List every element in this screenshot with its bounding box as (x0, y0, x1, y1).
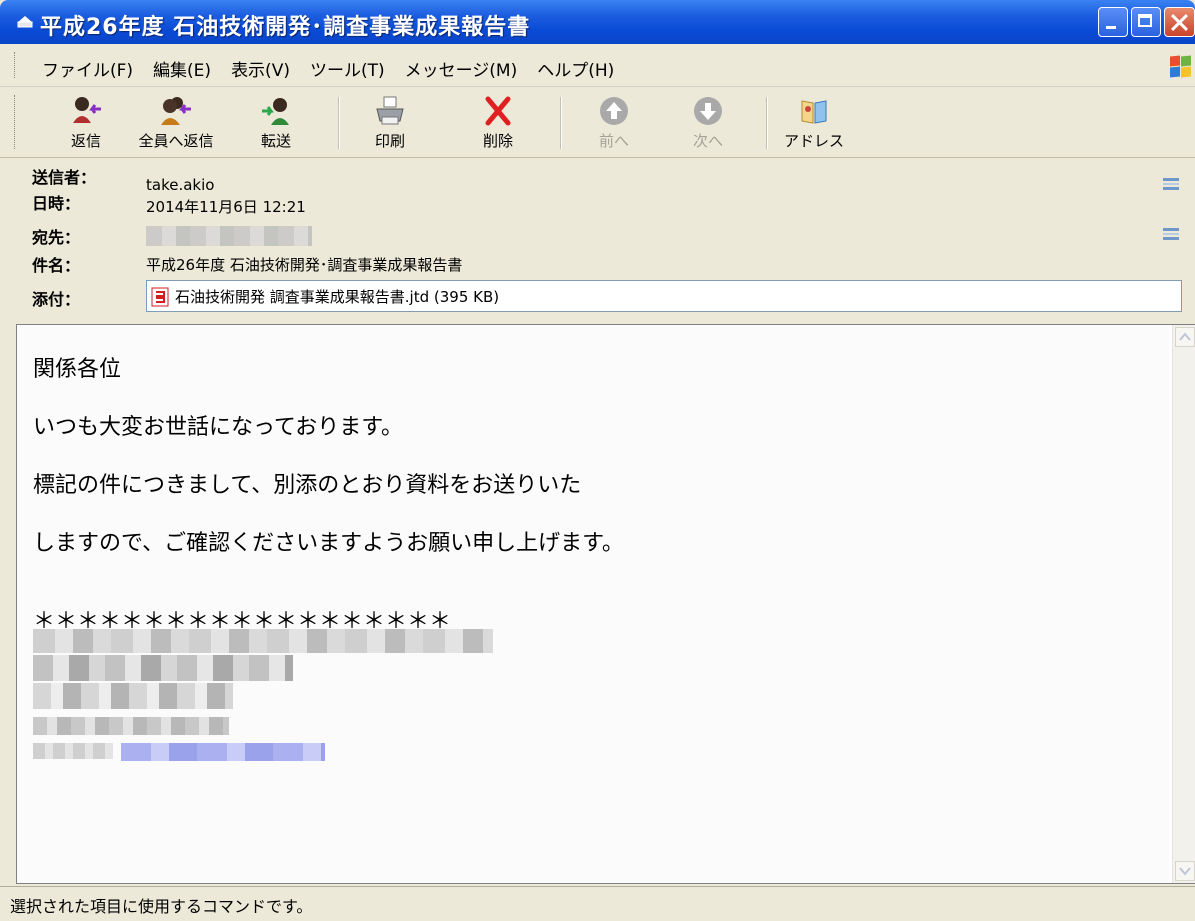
minimize-button[interactable] (1098, 7, 1128, 37)
collapse-icon[interactable] (1160, 224, 1182, 244)
signature-redacted-line (33, 629, 493, 653)
to-value-redacted[interactable] (146, 226, 312, 246)
to-label: 宛先： (32, 228, 81, 247)
reply-all-icon (161, 97, 191, 125)
toolbar-separator (338, 97, 340, 149)
next-label: 次へ (692, 132, 723, 150)
reply-all-button[interactable]: 全員へ返信 (136, 93, 216, 153)
subject-value: 平成26年度 石油技術開発･調査事業成果報告書 (146, 256, 463, 274)
reply-icon (73, 97, 101, 123)
date-value: 2014年11月6日 12:21 (146, 198, 306, 216)
attach-label: 添付： (32, 290, 81, 309)
subject-label: 件名： (32, 256, 81, 275)
body-line: 関係各位 (33, 357, 122, 382)
menu-tools[interactable]: ツール(T) (300, 54, 395, 83)
window-mail-icon (17, 16, 33, 28)
message-text-area[interactable]: 関係各位 いつも大変お世話になっております。 標記の件につきまして、別添のとおり… (17, 325, 1169, 883)
signature-redacted-line (33, 655, 293, 681)
from-value[interactable]: take.akio (146, 176, 214, 194)
forward-button[interactable]: 転送 (236, 93, 316, 153)
message-body[interactable]: 関係各位 いつも大変お世話になっております。 標記の件につきまして、別添のとおり… (16, 324, 1195, 884)
toolbar-grip[interactable] (14, 95, 18, 149)
menu-message[interactable]: メッセージ(M) (395, 54, 528, 83)
toolbar-separator (560, 97, 562, 149)
next-icon (694, 97, 722, 125)
reply-button[interactable]: 返信 (46, 93, 126, 153)
signature-redacted-line (33, 683, 233, 709)
windows-logo-icon (1170, 55, 1192, 78)
menu-file[interactable]: ファイル(F) (32, 54, 143, 83)
address-book-icon (801, 100, 827, 124)
forward-icon (262, 98, 289, 125)
menu-edit[interactable]: 編集(E) (143, 54, 221, 83)
menu-grip[interactable] (14, 52, 18, 78)
body-line: しますので、ご確認くださいますようお願い申し上げます。 (33, 531, 624, 556)
close-button[interactable] (1164, 7, 1195, 37)
attachment-file-icon (151, 287, 169, 307)
signature-redacted-link[interactable] (121, 743, 325, 761)
prev-button[interactable]: 前へ (574, 93, 654, 153)
status-bar: 選択された項目に使用するコマンドです。 (0, 886, 1195, 921)
delete-icon (485, 96, 511, 126)
attachment-field[interactable]: 石油技術開発 調査事業成果報告書.jtd (395 KB) (146, 280, 1182, 312)
date-label: 日時： (32, 194, 81, 213)
reply-all-label: 全員へ返信 (138, 132, 214, 150)
signature-redacted-line (33, 743, 113, 759)
window-title: 平成26年度 石油技術開発･調査事業成果報告書 (40, 15, 531, 40)
signature-redacted-line (33, 717, 229, 735)
scroll-down-arrow[interactable] (1175, 861, 1195, 881)
print-label: 印刷 (374, 132, 405, 150)
print-button[interactable]: 印刷 (350, 93, 430, 153)
maximize-button[interactable] (1131, 7, 1161, 37)
toolbar: 返信 全員へ返信 転送 印刷 削除 前へ 次へ アドレス (0, 87, 1195, 158)
delete-button[interactable]: 削除 (458, 93, 538, 153)
prev-icon (600, 97, 628, 125)
address-button[interactable]: アドレス (774, 93, 854, 153)
body-line: 標記の件につきまして、別添のとおり資料をお送りいた (33, 473, 582, 498)
reply-label: 返信 (70, 132, 101, 150)
status-text: 選択された項目に使用するコマンドです。 (10, 897, 313, 916)
body-line: いつも大変お世話になっております。 (33, 415, 404, 440)
collapse-icon[interactable] (1160, 174, 1182, 194)
forward-label: 転送 (260, 132, 291, 150)
next-button[interactable]: 次へ (668, 93, 748, 153)
attachment-name[interactable]: 石油技術開発 調査事業成果報告書.jtd (395 KB) (175, 286, 499, 307)
title-bar: 平成26年度 石油技術開発･調査事業成果報告書 (0, 0, 1195, 44)
toolbar-separator (766, 97, 768, 149)
scroll-up-arrow[interactable] (1175, 327, 1195, 347)
menu-view[interactable]: 表示(V) (221, 54, 300, 83)
address-label: アドレス (783, 132, 844, 150)
menu-help[interactable]: ヘルプ(H) (527, 54, 624, 83)
delete-label: 削除 (482, 132, 513, 150)
vertical-scrollbar[interactable] (1172, 325, 1195, 883)
print-icon (376, 96, 404, 125)
from-label: 送信者： (32, 168, 97, 187)
prev-label: 前へ (598, 132, 629, 150)
menu-bar: ファイル(F) 編集(E) 表示(V) ツール(T) メッセージ(M) ヘルプ(… (0, 44, 1195, 87)
